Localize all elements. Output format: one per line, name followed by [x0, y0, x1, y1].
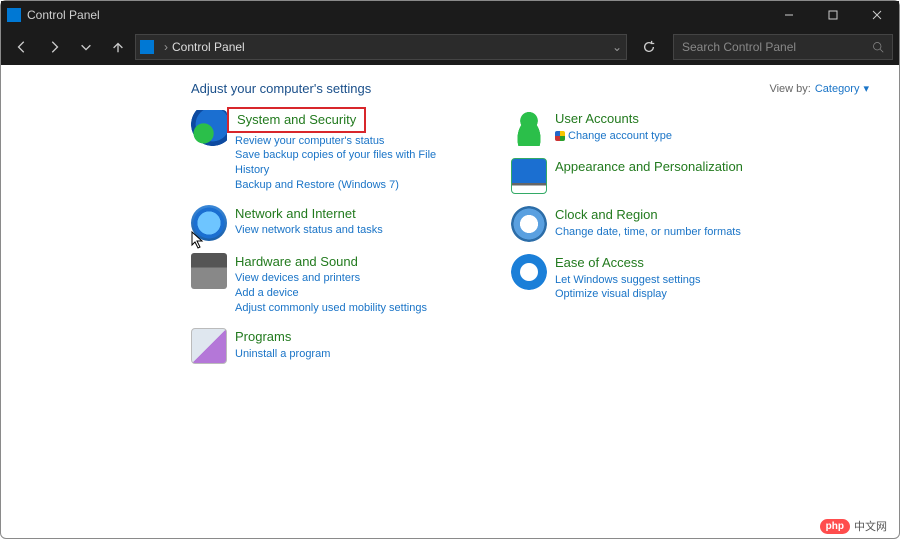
category-title[interactable]: Hardware and Sound — [235, 253, 358, 271]
desktop-icon — [511, 158, 547, 194]
chevron-right-icon: › — [164, 40, 168, 54]
maximize-button[interactable] — [811, 1, 855, 29]
caret-down-icon[interactable]: ▾ — [863, 82, 869, 95]
close-button[interactable] — [855, 1, 899, 29]
recent-locations-button[interactable] — [71, 33, 101, 61]
viewby-value[interactable]: Category — [815, 83, 860, 95]
category-network-and-internet: Network and Internet View network status… — [191, 205, 471, 241]
category-link[interactable]: Uninstall a program — [235, 347, 330, 362]
category-clock-and-region: Clock and Region Change date, time, or n… — [511, 206, 791, 242]
forward-button[interactable] — [39, 33, 69, 61]
category-title[interactable]: System and Security — [227, 107, 366, 133]
refresh-button[interactable] — [633, 34, 665, 60]
app-icon — [7, 8, 21, 22]
clock-icon — [511, 206, 547, 242]
printer-icon — [191, 253, 227, 289]
shield-icon — [191, 110, 227, 146]
globe-icon — [191, 205, 227, 241]
watermark: php 中文网 — [820, 518, 887, 534]
category-link[interactable]: View network status and tasks — [235, 223, 383, 238]
category-user-accounts: User Accounts Change account type — [511, 110, 791, 146]
category-link[interactable]: Let Windows suggest settings — [555, 273, 701, 288]
back-button[interactable] — [7, 33, 37, 61]
search-input[interactable]: Search Control Panel — [673, 34, 893, 60]
search-placeholder: Search Control Panel — [682, 40, 872, 54]
accessibility-icon — [511, 254, 547, 290]
viewby-label: View by: — [769, 83, 810, 95]
category-link[interactable]: Review your computer's status — [235, 134, 471, 149]
right-column: User Accounts Change account type Appear… — [511, 110, 791, 376]
control-panel-icon — [140, 40, 154, 54]
category-link[interactable]: View devices and printers — [235, 271, 427, 286]
category-link[interactable]: Change account type — [555, 129, 672, 144]
titlebar: Control Panel — [1, 1, 899, 29]
left-column: System and Security Review your computer… — [191, 110, 471, 376]
address-bar[interactable]: › Control Panel ⌄ — [135, 34, 627, 60]
category-programs: Programs Uninstall a program — [191, 328, 471, 364]
search-icon — [872, 41, 884, 53]
navbar: › Control Panel ⌄ Search Control Panel — [1, 29, 899, 65]
minimize-button[interactable] — [767, 1, 811, 29]
header-row: Adjust your computer's settings View by:… — [191, 81, 869, 96]
category-title[interactable]: Ease of Access — [555, 254, 644, 272]
chevron-down-icon[interactable]: ⌄ — [612, 40, 622, 54]
user-icon — [511, 110, 547, 146]
watermark-pill: php — [820, 519, 850, 534]
page-heading: Adjust your computer's settings — [191, 81, 371, 96]
category-title[interactable]: Clock and Region — [555, 206, 658, 224]
content-area: Adjust your computer's settings View by:… — [1, 65, 899, 540]
up-button[interactable] — [103, 33, 133, 61]
watermark-text: 中文网 — [854, 518, 887, 534]
programs-icon — [191, 328, 227, 364]
category-link[interactable]: Add a device — [235, 286, 427, 301]
category-link[interactable]: Optimize visual display — [555, 287, 701, 302]
category-ease-of-access: Ease of Access Let Windows suggest setti… — [511, 254, 791, 302]
category-link[interactable]: Change date, time, or number formats — [555, 225, 741, 240]
category-link[interactable]: Save backup copies of your files with Fi… — [235, 148, 471, 178]
window-title: Control Panel — [27, 8, 767, 22]
category-hardware-and-sound: Hardware and Sound View devices and prin… — [191, 253, 471, 316]
breadcrumb-root[interactable]: Control Panel — [172, 40, 245, 54]
category-system-and-security: System and Security Review your computer… — [191, 110, 471, 193]
view-by: View by: Category ▾ — [769, 82, 869, 95]
category-title[interactable]: User Accounts — [555, 110, 639, 128]
category-appearance-and-personalization: Appearance and Personalization — [511, 158, 791, 194]
category-link[interactable]: Backup and Restore (Windows 7) — [235, 178, 471, 193]
category-title[interactable]: Appearance and Personalization — [555, 158, 743, 176]
category-link[interactable]: Adjust commonly used mobility settings — [235, 301, 427, 316]
category-title[interactable]: Network and Internet — [235, 205, 356, 223]
category-title[interactable]: Programs — [235, 328, 291, 346]
